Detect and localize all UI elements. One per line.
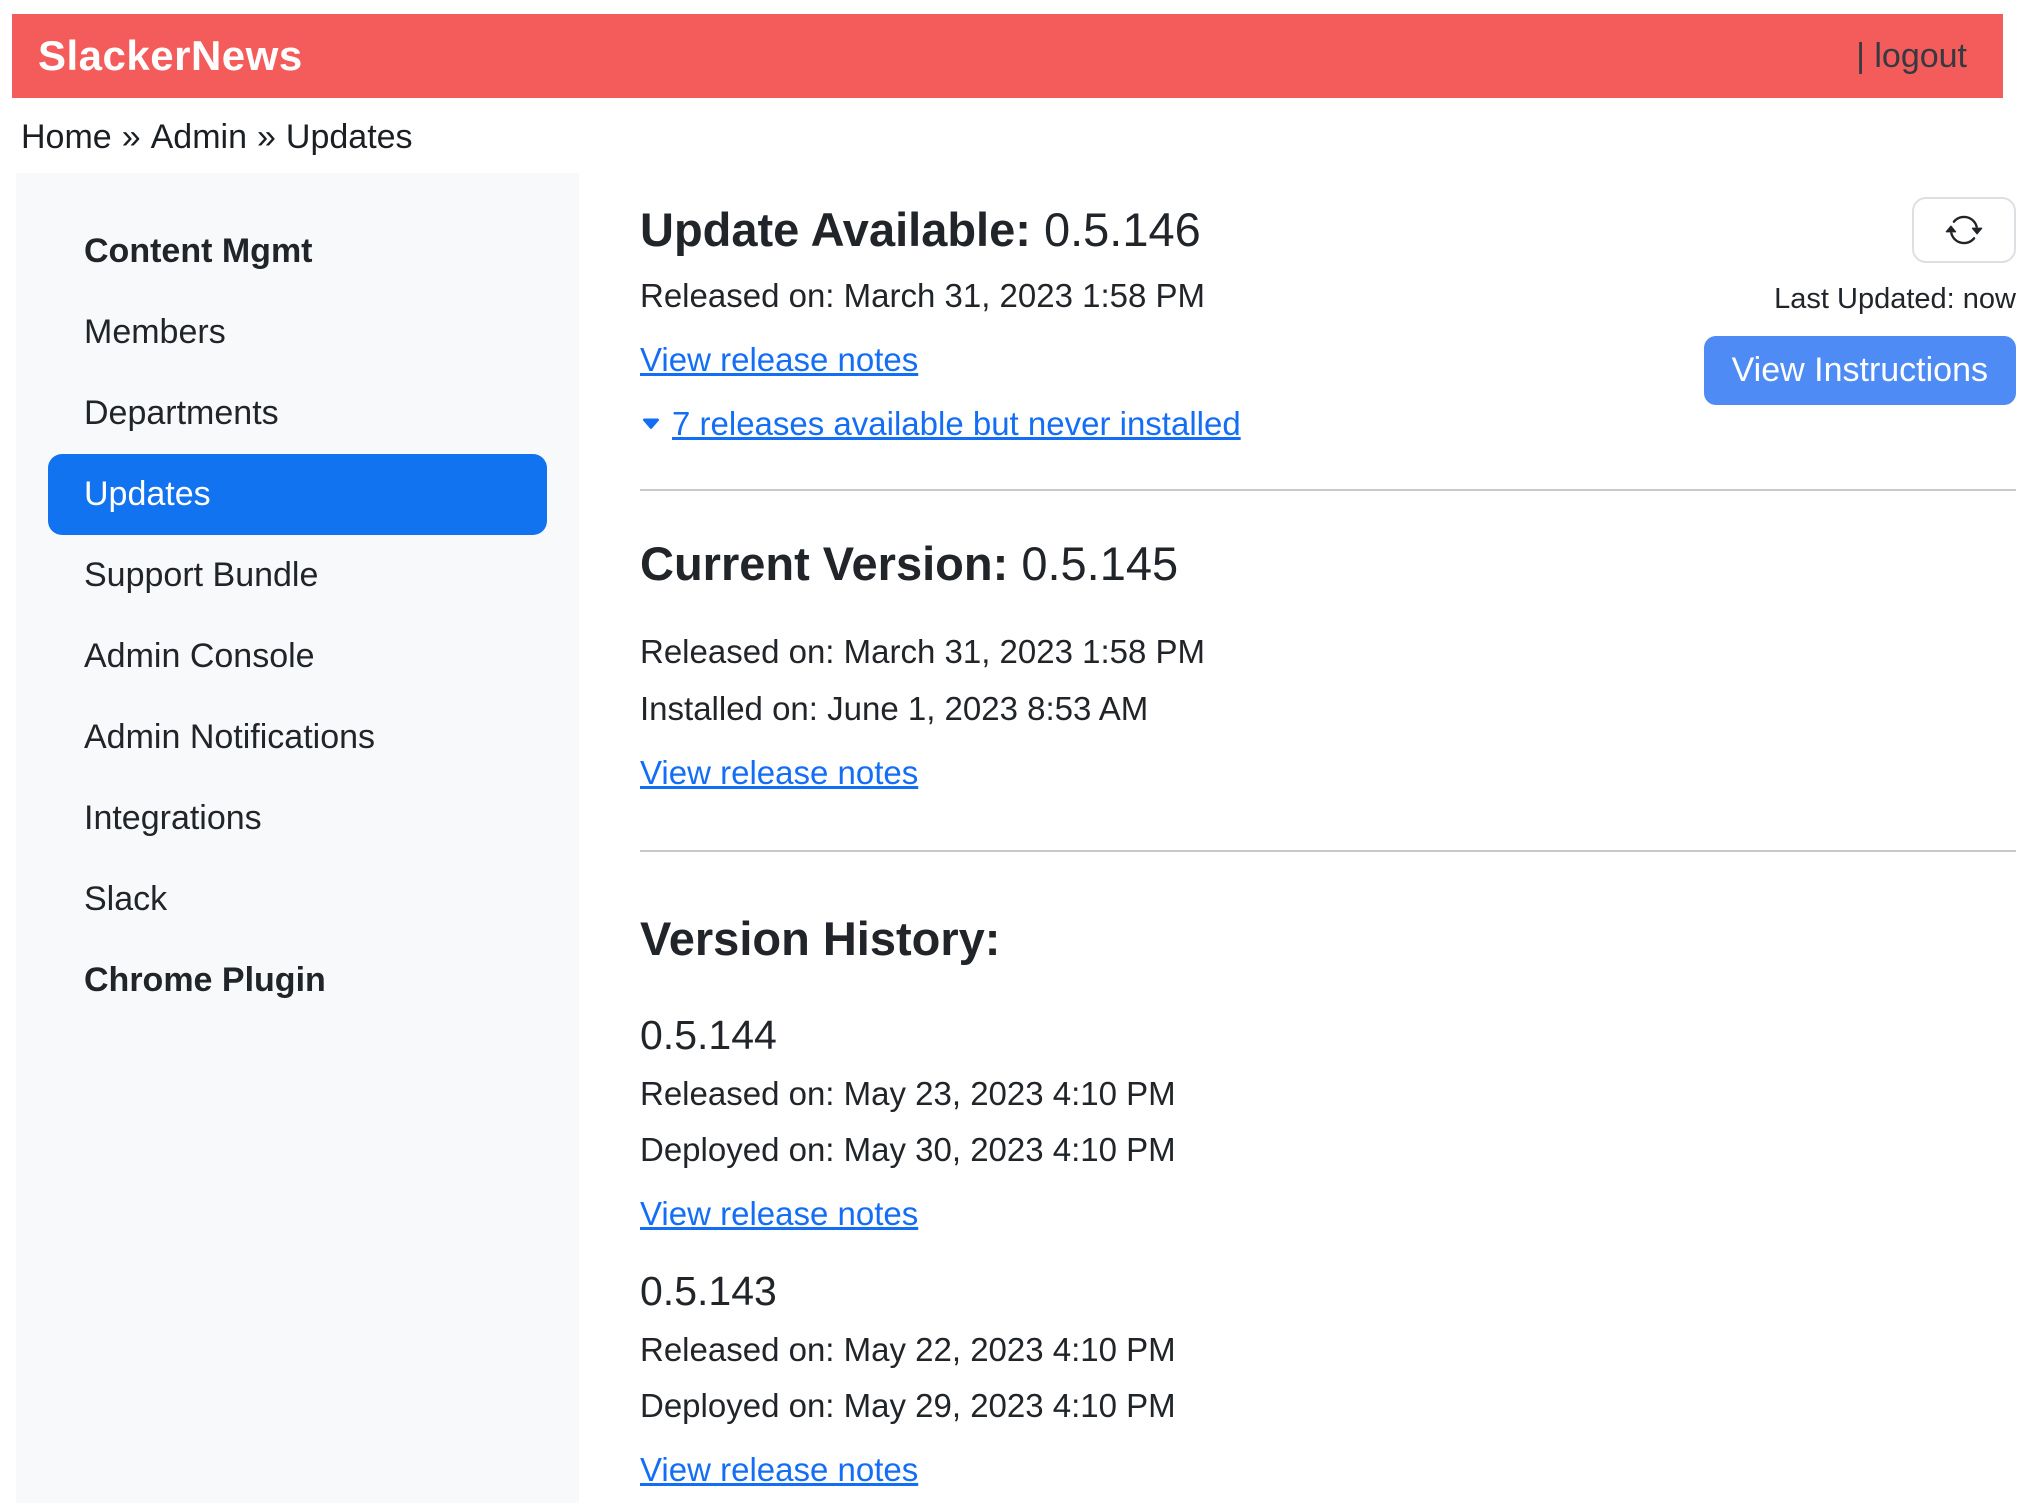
- version-history-heading: Version History:: [640, 912, 2016, 966]
- history-version-number: 0.5.143: [640, 1268, 2016, 1315]
- main-content: Last Updated: now View Instructions Upda…: [640, 173, 2016, 1510]
- update-available-label: Update Available:: [640, 203, 1031, 256]
- sidebar-item-slack[interactable]: Slack: [48, 859, 547, 940]
- sidebar-item-members[interactable]: Members: [48, 292, 547, 373]
- history-deployed-on: Deployed on: May 29, 2023 4:10 PM: [640, 1383, 2016, 1429]
- breadcrumb-updates[interactable]: Updates: [286, 118, 413, 156]
- status-panel: Last Updated: now View Instructions: [1704, 197, 2016, 405]
- version-history-entry: 0.5.144 Released on: May 23, 2023 4:10 P…: [640, 1012, 2016, 1246]
- history-release-notes-link[interactable]: View release notes: [640, 1447, 918, 1493]
- sidebar-item-admin-notifications[interactable]: Admin Notifications: [48, 697, 547, 778]
- sidebar-item-integrations[interactable]: Integrations: [48, 778, 547, 859]
- current-version-section: Current Version: 0.5.145 Released on: Ma…: [640, 537, 2016, 804]
- current-release-notes-link[interactable]: View release notes: [640, 750, 918, 796]
- refresh-icon: [1945, 211, 1983, 249]
- current-released-on: Released on: March 31, 2023 1:58 PM: [640, 629, 2016, 675]
- breadcrumb-separator: »: [257, 118, 276, 156]
- update-available-version: 0.5.146: [1044, 203, 1201, 256]
- current-installed-on: Installed on: June 1, 2023 8:53 AM: [640, 686, 2016, 732]
- logout-link[interactable]: | logout: [1856, 37, 1967, 76]
- history-deployed-on: Deployed on: May 30, 2023 4:10 PM: [640, 1127, 2016, 1173]
- divider: [640, 489, 2016, 491]
- breadcrumb-admin[interactable]: Admin: [151, 118, 247, 156]
- version-history-entry: 0.5.143 Released on: May 22, 2023 4:10 P…: [640, 1268, 2016, 1502]
- sidebar-item-admin-console[interactable]: Admin Console: [48, 616, 547, 697]
- releases-toggle-label: 7 releases available but never installed: [672, 405, 1241, 443]
- refresh-button[interactable]: [1912, 197, 2016, 263]
- breadcrumb-home[interactable]: Home: [21, 118, 112, 156]
- history-released-on: Released on: May 22, 2023 4:10 PM: [640, 1327, 2016, 1373]
- current-version-label: Current Version:: [640, 537, 1008, 590]
- current-version-number: 0.5.145: [1021, 537, 1178, 590]
- sidebar: Content Mgmt Members Departments Updates…: [16, 173, 579, 1503]
- breadcrumb: Home » Admin » Updates: [21, 118, 2028, 157]
- version-history-section: Version History: 0.5.144 Released on: Ma…: [640, 912, 2016, 1501]
- sidebar-item-support-bundle[interactable]: Support Bundle: [48, 535, 547, 616]
- app-header: SlackerNews | logout: [12, 14, 2003, 98]
- update-release-notes-link[interactable]: View release notes: [640, 337, 918, 383]
- caret-down-icon: [640, 413, 662, 435]
- app-title[interactable]: SlackerNews: [38, 32, 303, 80]
- history-version-number: 0.5.144: [640, 1012, 2016, 1059]
- history-released-on: Released on: May 23, 2023 4:10 PM: [640, 1071, 2016, 1117]
- breadcrumb-separator: »: [122, 118, 141, 156]
- releases-toggle-row: 7 releases available but never installed: [640, 405, 2016, 443]
- current-version-heading: Current Version: 0.5.145: [640, 537, 2016, 591]
- history-release-notes-link[interactable]: View release notes: [640, 1191, 918, 1237]
- view-instructions-button[interactable]: View Instructions: [1704, 336, 2016, 405]
- sidebar-item-updates[interactable]: Updates: [48, 454, 547, 535]
- last-updated-label: Last Updated: now: [1774, 283, 2016, 316]
- layout: Content Mgmt Members Departments Updates…: [0, 173, 2028, 1510]
- divider: [640, 850, 2016, 852]
- sidebar-item-departments[interactable]: Departments: [48, 373, 547, 454]
- sidebar-item-chrome-plugin[interactable]: Chrome Plugin: [48, 940, 547, 1021]
- releases-toggle-link[interactable]: 7 releases available but never installed: [640, 405, 1241, 443]
- sidebar-item-content-mgmt[interactable]: Content Mgmt: [48, 211, 547, 292]
